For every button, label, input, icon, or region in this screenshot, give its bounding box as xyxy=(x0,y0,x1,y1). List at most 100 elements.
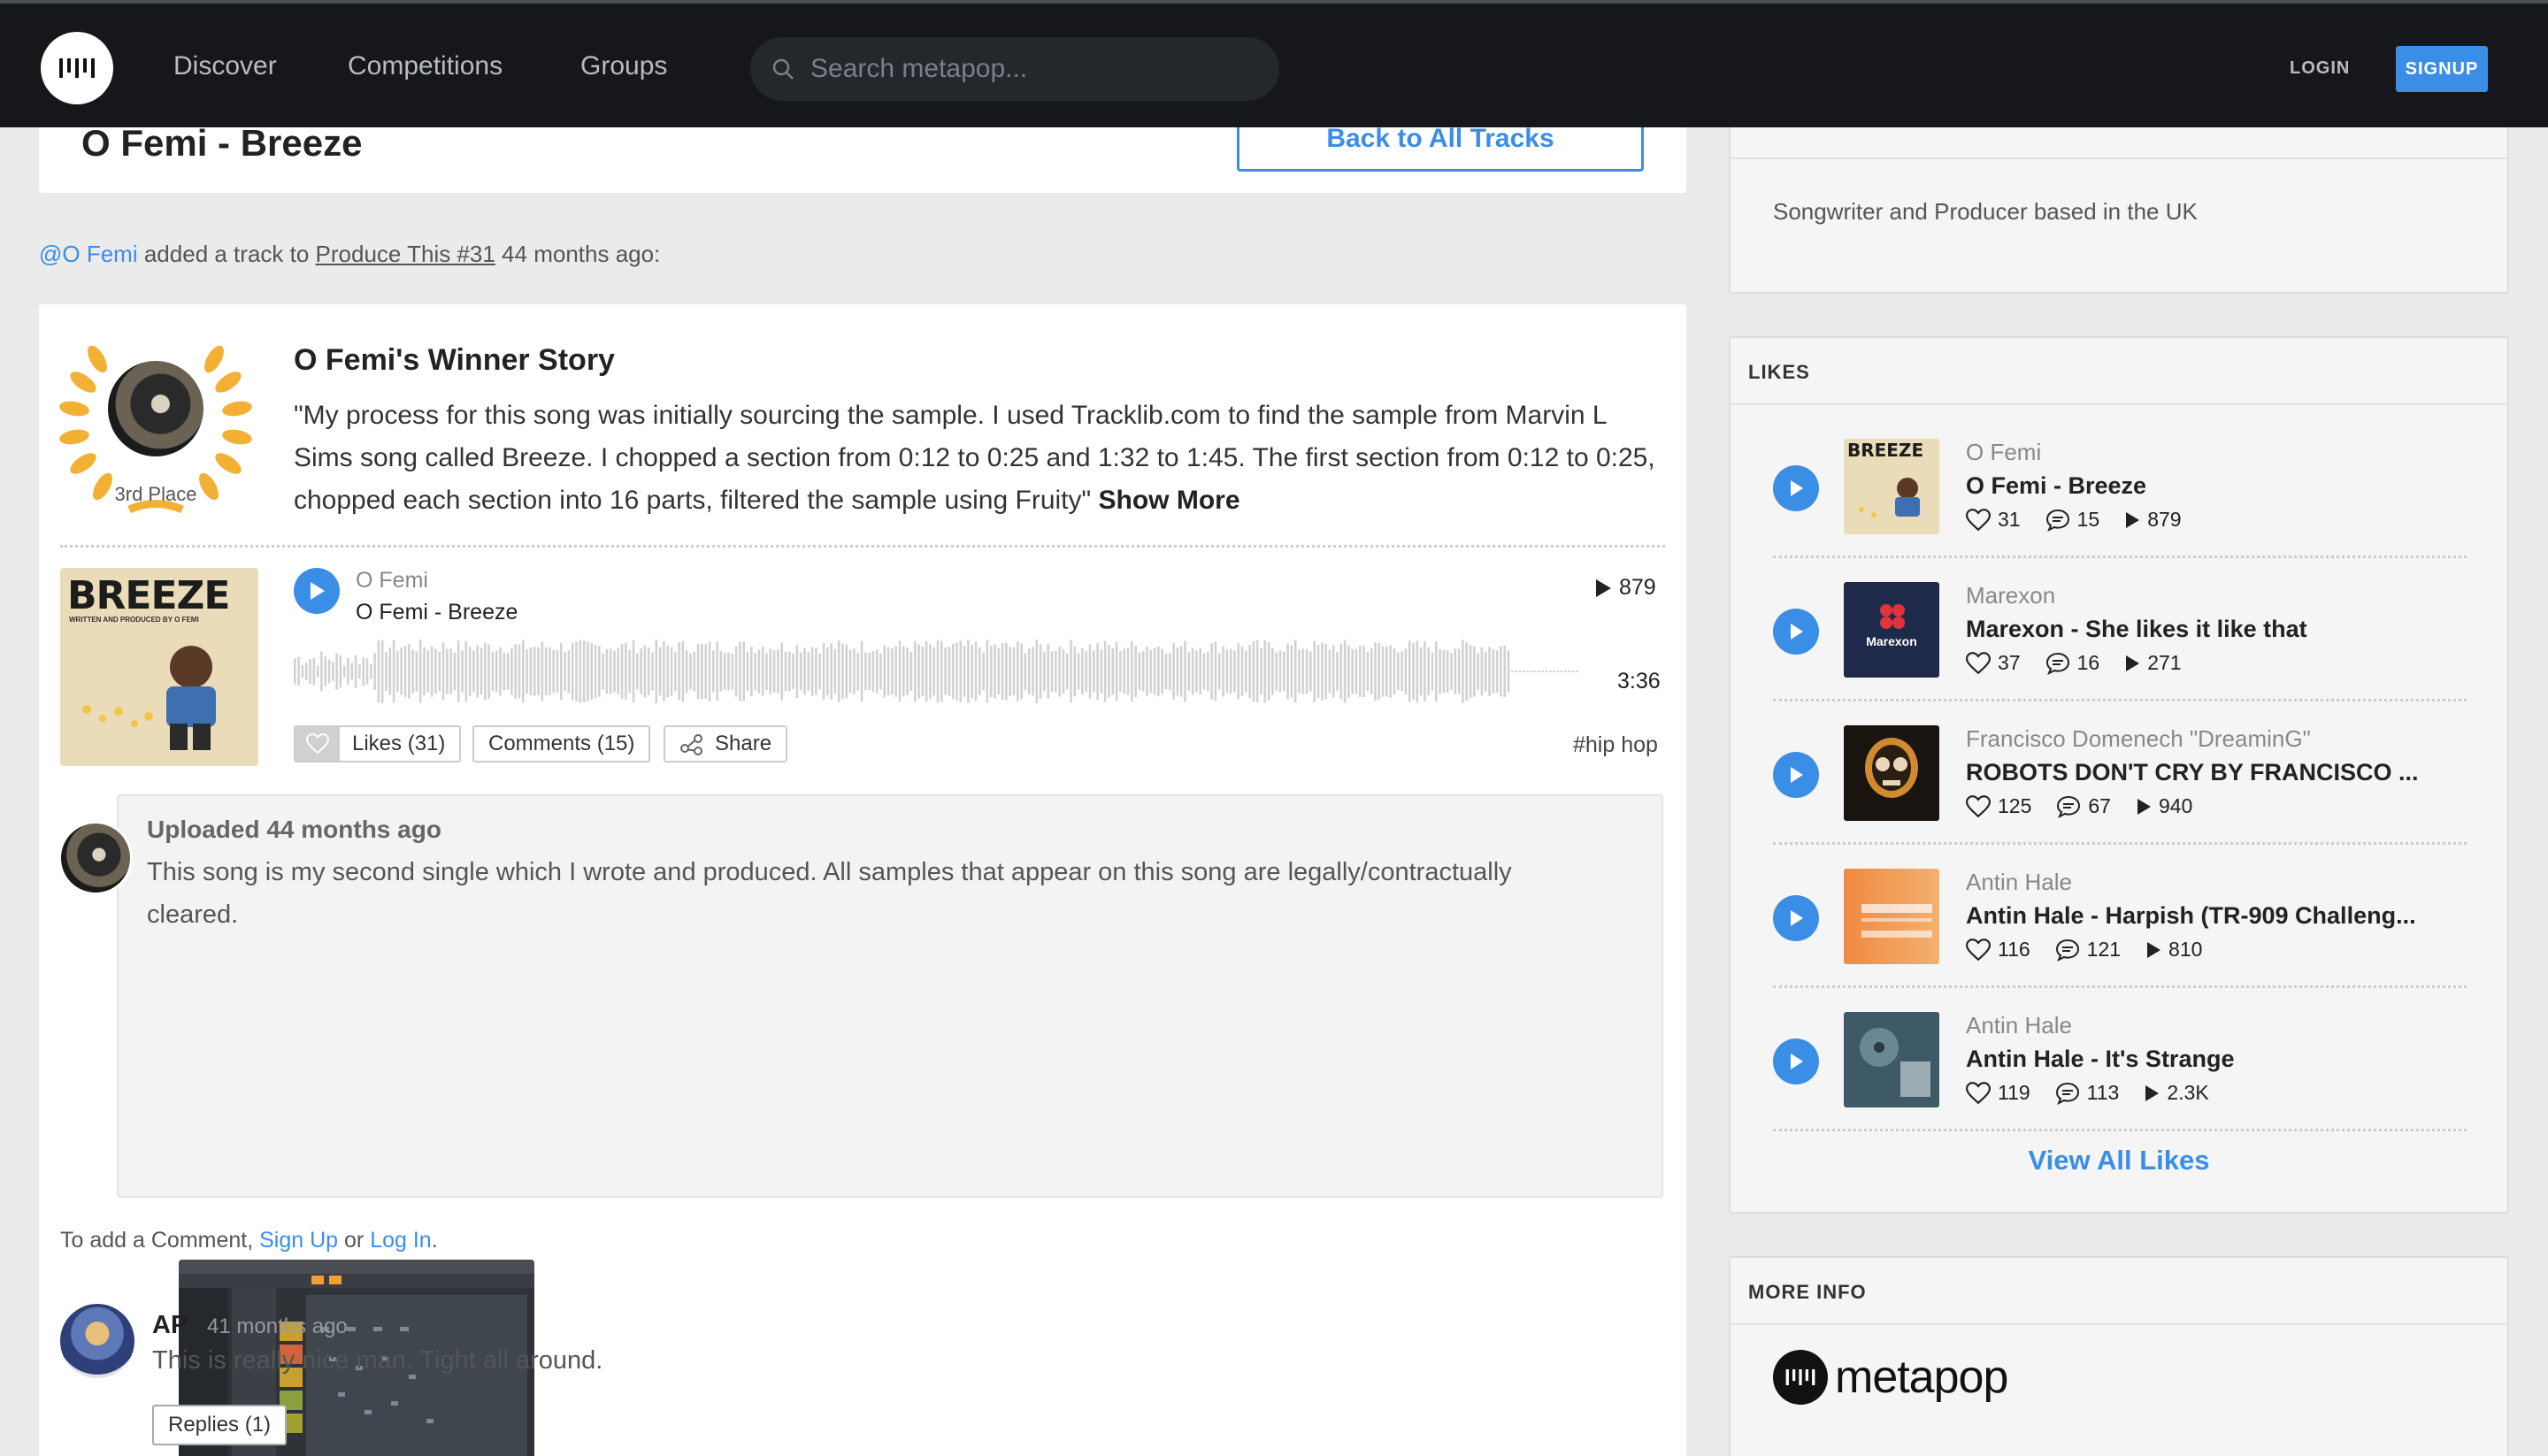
liked-artist[interactable]: Antin Hale xyxy=(1966,1012,2072,1039)
heart-icon xyxy=(1966,651,1991,674)
waveform-bar xyxy=(1207,652,1209,692)
waveform-bar xyxy=(997,648,1001,695)
uploader-avatar[interactable] xyxy=(58,821,133,895)
play-button[interactable] xyxy=(1773,1038,1819,1084)
play-button[interactable] xyxy=(294,568,340,614)
waveform-bar xyxy=(370,663,372,679)
play-button[interactable] xyxy=(1773,465,1819,511)
liked-track-name[interactable]: Antin Hale - Harpish (TR-909 Challeng... xyxy=(1966,902,2416,930)
genre-tag[interactable]: #hip hop xyxy=(1573,732,1658,758)
play-icon xyxy=(1791,624,1803,640)
login-link-inline[interactable]: Log In xyxy=(370,1228,432,1253)
waveform-bar xyxy=(358,663,361,679)
liked-track-thumbnail[interactable]: BREEZE xyxy=(1844,439,1939,534)
player-artist[interactable]: O Femi xyxy=(356,568,428,594)
track-main-card: 3rd Place O Femi's Winner Story "My proc… xyxy=(39,304,1686,1456)
liked-artist[interactable]: O Femi xyxy=(1966,439,2041,466)
waveform-bar xyxy=(1001,643,1004,700)
waveform-bar xyxy=(1313,640,1316,702)
waveform-bar xyxy=(457,640,460,702)
waveform-bar xyxy=(727,652,730,691)
waveform-bar xyxy=(1404,648,1408,695)
play-button[interactable] xyxy=(1773,609,1819,655)
activity-user-link[interactable]: @O Femi xyxy=(39,241,138,267)
share-button[interactable]: Share xyxy=(664,725,788,762)
liked-artist[interactable]: Francisco Domenech "DreaminG" xyxy=(1966,725,2311,753)
search-bar xyxy=(750,37,1279,101)
waveform-bar xyxy=(304,663,308,680)
place-label: 3rd Place xyxy=(114,483,197,505)
signup-button[interactable]: SIGNUP xyxy=(2396,46,2488,92)
activity-time: 44 months ago: xyxy=(495,241,661,267)
liked-artist[interactable]: Antin Hale xyxy=(1966,869,2072,896)
player-track-name[interactable]: O Femi - Breeze xyxy=(356,600,518,625)
waveform-bar xyxy=(408,644,411,699)
waveform-bar xyxy=(898,640,902,702)
waveform-bar xyxy=(848,649,852,694)
waveform-bar xyxy=(495,650,498,693)
nav-groups[interactable]: Groups xyxy=(580,51,667,81)
commenter-name[interactable]: AP xyxy=(152,1311,188,1340)
competition-link[interactable]: Produce This #31 xyxy=(316,241,495,267)
play-count-icon xyxy=(2126,655,2140,671)
login-link[interactable]: LOGIN xyxy=(2290,58,2350,79)
metapop-brand[interactable]: metapop xyxy=(1773,1350,2008,1405)
show-more-link[interactable]: Show More xyxy=(1099,486,1240,515)
audio-waveform[interactable] xyxy=(294,639,1585,704)
commenter-avatar[interactable] xyxy=(60,1304,134,1378)
waveform-bar xyxy=(396,651,399,693)
comments-button[interactable]: Comments (15) xyxy=(472,725,651,762)
liked-track-name[interactable]: Antin Hale - It's Strange xyxy=(1966,1046,2234,1073)
track-artwork[interactable]: BREEZE WRITTEN AND PRODUCED BY O FEMI xyxy=(60,568,258,766)
waveform-bar xyxy=(940,640,943,702)
waveform-bar xyxy=(571,642,574,701)
liked-track-name[interactable]: Marexon - She likes it like that xyxy=(1966,616,2307,643)
view-all-likes-link[interactable]: View All Likes xyxy=(1731,1145,2507,1176)
liked-track-name[interactable]: O Femi - Breeze xyxy=(1966,472,2146,500)
waveform-bar xyxy=(544,647,548,696)
waveform-bar xyxy=(1412,642,1415,700)
waveform-bar xyxy=(438,651,441,692)
waveform-bar xyxy=(1240,647,1244,696)
comment-count: 16 xyxy=(2076,651,2100,674)
waveform-bar xyxy=(868,652,871,691)
liked-track-stats: 31 15 879 xyxy=(1966,508,2198,532)
play-button[interactable] xyxy=(1773,895,1819,941)
waveform-bar xyxy=(1316,645,1320,698)
waveform-bar xyxy=(1085,651,1087,692)
liked-track-thumbnail[interactable] xyxy=(1844,869,1939,964)
waveform-bar xyxy=(979,648,981,696)
winner-avatar[interactable] xyxy=(108,361,203,456)
waveform-bar xyxy=(1454,648,1457,694)
waveform-bar xyxy=(879,653,882,690)
waveform-bar xyxy=(1012,647,1016,696)
liked-track-thumbnail[interactable]: Marexon xyxy=(1844,582,1939,678)
nav-competitions[interactable]: Competitions xyxy=(348,51,503,81)
liked-track-name[interactable]: ROBOTS DON'T CRY BY FRANCISCO ... xyxy=(1966,759,2418,786)
likes-button[interactable]: Likes (31) xyxy=(294,725,462,762)
liked-artist[interactable]: Marexon xyxy=(1966,582,2055,609)
liked-track-thumbnail[interactable] xyxy=(1844,1012,1939,1107)
thumbnail-art xyxy=(1860,1028,1930,1097)
waveform-bar xyxy=(537,648,540,695)
waveform-bar xyxy=(461,650,464,693)
nav-discover[interactable]: Discover xyxy=(173,51,277,81)
liked-track-thumbnail[interactable] xyxy=(1844,725,1939,821)
signup-link[interactable]: Sign Up xyxy=(259,1228,338,1253)
waveform-bar xyxy=(986,640,989,703)
waveform-bar xyxy=(1077,653,1080,690)
play-icon xyxy=(1791,910,1803,926)
replies-button[interactable]: Replies (1) xyxy=(152,1405,288,1445)
waveform-bar xyxy=(1366,652,1370,691)
waveform-bar xyxy=(434,648,437,694)
play-button[interactable] xyxy=(1773,752,1819,798)
search-input[interactable] xyxy=(810,54,1235,84)
waveform-bar xyxy=(1157,646,1160,697)
waveform-bar xyxy=(856,652,859,691)
play-icon xyxy=(311,582,325,600)
waveform-bar xyxy=(685,649,688,694)
waveform-bar xyxy=(860,640,863,702)
waveform-bar xyxy=(625,643,627,700)
waveform-bar xyxy=(826,647,829,696)
metapop-logo-icon[interactable] xyxy=(41,32,113,104)
